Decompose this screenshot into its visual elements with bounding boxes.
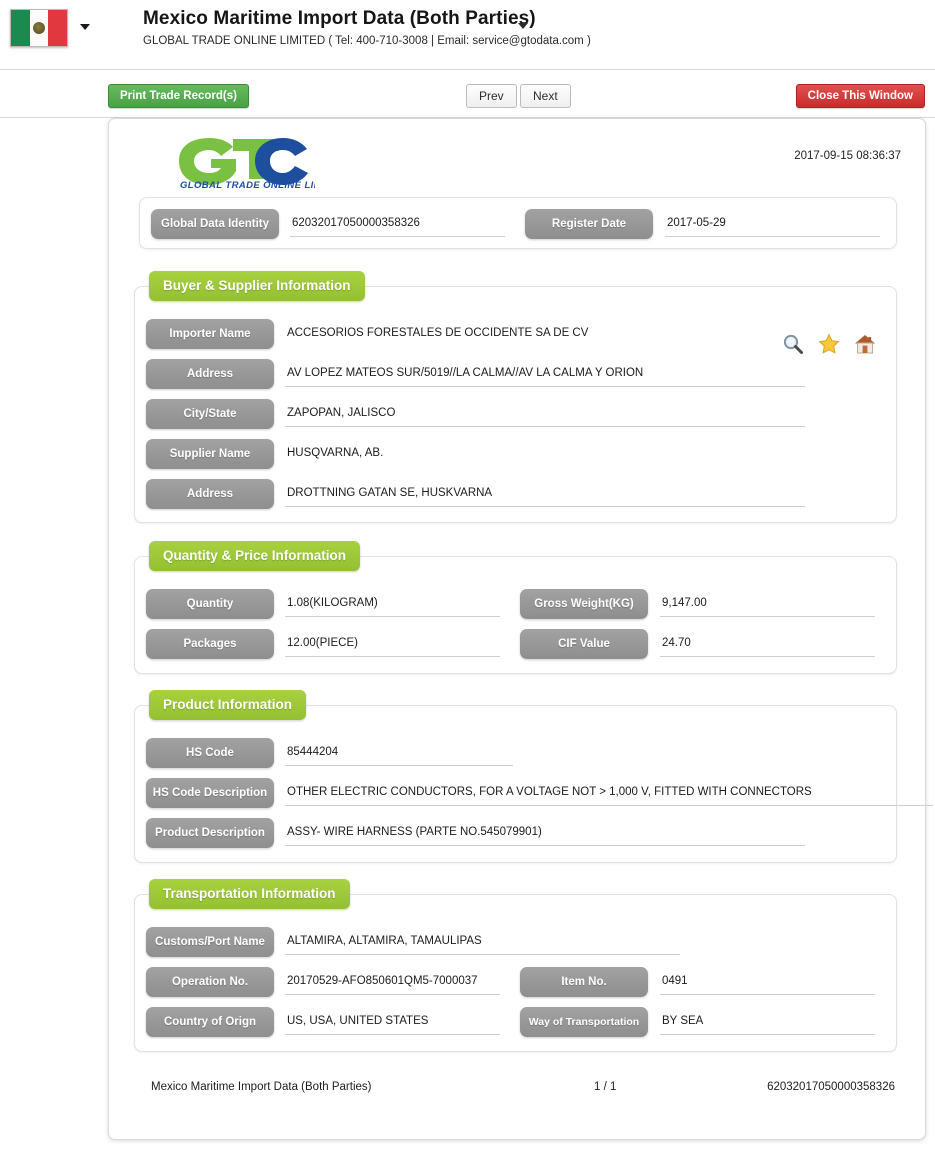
importer-address-label: Address [146, 359, 274, 389]
way-of-transportation-value: BY SEA [660, 1009, 875, 1035]
hs-code-label: HS Code [146, 738, 274, 768]
global-data-identity-label: Global Data Identity [151, 209, 279, 239]
identity-panel: Global Data Identity 6203201705000035832… [139, 197, 897, 249]
section-transportation: Transportation Information Customs/Port … [134, 879, 897, 1052]
document-footer: Mexico Maritime Import Data (Both Partie… [109, 1081, 925, 1105]
hs-code-value: 85444204 [285, 740, 513, 766]
section-quantity-price: Quantity & Price Information Quantity 1.… [134, 541, 897, 674]
document-timestamp: 2017-09-15 08:36:37 [794, 150, 901, 162]
svg-text:GLOBAL TRADE ONLINE LIMITED: GLOBAL TRADE ONLINE LIMITED [180, 180, 315, 191]
register-date-label: Register Date [525, 209, 653, 239]
flag-stripe-green [11, 10, 30, 46]
product-description-label: Product Description [146, 818, 274, 848]
city-state-label: City/State [146, 399, 274, 429]
country-of-origin-label: Country of Orign [146, 1007, 274, 1037]
hs-code-description-label: HS Code Description [146, 778, 274, 808]
flag-stripe-white [29, 10, 49, 46]
hs-code-description-value: OTHER ELECTRIC CONDUCTORS, FOR A VOLTAGE… [285, 780, 933, 806]
mexico-flag-icon[interactable] [10, 9, 68, 47]
packages-label: Packages [146, 629, 274, 659]
app-header: Mexico Maritime Import Data (Both Partie… [0, 0, 935, 70]
next-button[interactable]: Next [520, 84, 571, 108]
flag-stripe-red [48, 10, 68, 46]
flag-emblem-icon [33, 22, 45, 34]
footer-page-number: 1 / 1 [594, 1081, 617, 1093]
company-contact-line: GLOBAL TRADE ONLINE LIMITED ( Tel: 400-7… [143, 35, 591, 47]
operation-no-value: 20170529-AFO850601QM5-7000037 [285, 969, 500, 995]
item-no-label: Item No. [520, 967, 648, 997]
supplier-address-label: Address [146, 479, 274, 509]
way-of-transportation-label: Way of Transportation [520, 1007, 648, 1037]
supplier-address-value: DROTTNING GATAN SE, HUSKVARNA [285, 481, 805, 507]
city-state-value: ZAPOPAN, JALISCO [285, 401, 805, 427]
importer-name-value: ACCESORIOS FORESTALES DE OCCIDENTE SA DE… [287, 327, 589, 339]
footer-record-id: 62032017050000358326 [767, 1081, 895, 1093]
footer-dataset-name: Mexico Maritime Import Data (Both Partie… [151, 1081, 372, 1093]
supplier-name-value: HUSQVARNA, AB. [287, 447, 384, 459]
importer-address-value: AV LOPEZ MATEOS SUR/5019//LA CALMA//AV L… [285, 361, 805, 387]
quantity-value: 1.08(KILOGRAM) [285, 591, 500, 617]
customs-port-name-value: ALTAMIRA, ALTAMIRA, TAMAULIPAS [285, 929, 680, 955]
section-title-quantity-price: Quantity & Price Information [149, 541, 361, 571]
section-title-product: Product Information [149, 690, 306, 720]
title-dropdown-caret-icon[interactable] [518, 23, 528, 29]
trade-record-document: GLOBAL TRADE ONLINE LIMITED 2017-09-15 0… [108, 118, 933, 1140]
section-buyer-supplier: Buyer & Supplier Information Importer Na… [134, 271, 897, 523]
gto-logo-icon: GLOBAL TRADE ONLINE LIMITED [171, 135, 315, 191]
quantity-label: Quantity [146, 589, 274, 619]
item-no-value: 0491 [660, 969, 875, 995]
section-title-buyer-supplier: Buyer & Supplier Information [149, 271, 365, 301]
cif-value-label: CIF Value [520, 629, 648, 659]
gross-weight-label: Gross Weight(KG) [520, 589, 648, 619]
packages-value: 12.00(PIECE) [285, 631, 500, 657]
operation-no-label: Operation No. [146, 967, 274, 997]
section-title-transportation: Transportation Information [149, 879, 350, 909]
section-product: Product Information HS Code 85444204 HS … [134, 690, 933, 863]
close-window-button[interactable]: Close This Window [795, 84, 925, 108]
country-of-origin-value: US, USA, UNITED STATES [285, 1009, 500, 1035]
prev-button[interactable]: Prev [466, 84, 517, 108]
page-title: Mexico Maritime Import Data (Both Partie… [143, 8, 536, 29]
gross-weight-value: 9,147.00 [660, 591, 875, 617]
country-dropdown-caret-icon[interactable] [80, 24, 90, 30]
cif-value-value: 24.70 [660, 631, 875, 657]
print-trade-records-button[interactable]: Print Trade Record(s) [108, 84, 249, 108]
supplier-name-label: Supplier Name [146, 439, 274, 469]
register-date-value: 2017-05-29 [665, 211, 880, 237]
customs-port-name-label: Customs/Port Name [146, 927, 274, 957]
importer-name-label: Importer Name [146, 319, 274, 349]
global-data-identity-value: 62032017050000358326 [290, 211, 505, 237]
product-description-value: ASSY- WIRE HARNESS (PARTE NO.545079901) [285, 820, 805, 846]
